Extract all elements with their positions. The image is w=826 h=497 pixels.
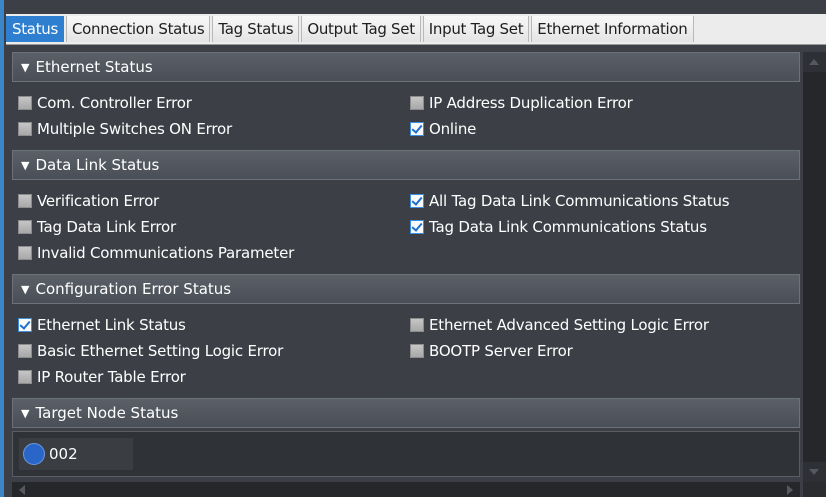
status-item-tag-data-link-comm-status: Tag Data Link Communications Status — [410, 216, 707, 238]
checkbox-checked-icon — [410, 122, 424, 136]
scroll-up-icon[interactable] — [803, 52, 826, 72]
status-label: Basic Ethernet Setting Logic Error — [37, 342, 284, 360]
status-item-verification-error: Verification Error — [18, 190, 159, 212]
checkbox-icon — [18, 370, 32, 384]
tab-input-tag-set[interactable]: Input Tag Set — [422, 16, 530, 42]
status-label: Multiple Switches ON Error — [37, 120, 232, 138]
section-title: Configuration Error Status — [35, 280, 232, 298]
checkbox-checked-icon — [18, 318, 32, 332]
checkbox-icon — [18, 344, 32, 358]
status-label: Tag Data Link Error — [37, 218, 176, 236]
triangle-down-icon: ▼ — [21, 158, 30, 172]
tab-status[interactable]: Status — [6, 16, 64, 42]
tab-connection-status[interactable]: Connection Status — [66, 16, 211, 42]
tab-ethernet-information[interactable]: Ethernet Information — [531, 16, 694, 42]
scrollbar-corner — [803, 482, 826, 497]
section-title: Target Node Status — [35, 404, 179, 422]
status-label: Online — [429, 120, 477, 138]
triangle-down-icon: ▼ — [21, 282, 30, 296]
status-item-multiple-switches-on-error: Multiple Switches ON Error — [18, 118, 232, 140]
triangle-down-icon: ▼ — [21, 406, 30, 420]
tab-bar: Status Connection Status Tag Status Outp… — [6, 14, 826, 45]
status-label: Tag Data Link Communications Status — [429, 218, 707, 236]
target-node-002[interactable]: 002 — [19, 438, 133, 470]
scroll-right-icon[interactable] — [780, 482, 800, 497]
status-item-com-controller-error: Com. Controller Error — [18, 92, 192, 114]
status-panel: ▼ Ethernet Status Com. Controller Error … — [12, 52, 800, 484]
status-item-tag-data-link-error: Tag Data Link Error — [18, 216, 176, 238]
status-item-online: Online — [410, 118, 476, 140]
checkbox-icon — [410, 344, 424, 358]
checkbox-icon — [18, 96, 32, 110]
status-item-basic-ethernet-setting-logic-error: Basic Ethernet Setting Logic Error — [18, 340, 283, 362]
target-node-area: 002 — [12, 431, 800, 477]
status-label: Verification Error — [37, 192, 160, 210]
status-label: Invalid Communications Parameter — [37, 244, 295, 262]
checkbox-checked-icon — [410, 220, 424, 234]
section-header-data-link-status[interactable]: ▼ Data Link Status — [12, 150, 800, 180]
section-header-configuration-error-status[interactable]: ▼ Configuration Error Status — [12, 274, 800, 304]
triangle-down-icon: ▼ — [21, 60, 30, 74]
status-label: BOOTP Server Error — [429, 342, 573, 360]
status-item-invalid-comm-parameter: Invalid Communications Parameter — [18, 242, 294, 264]
checkbox-icon — [18, 246, 32, 260]
status-label: Ethernet Link Status — [37, 316, 186, 334]
checkbox-icon — [410, 96, 424, 110]
checkbox-icon — [18, 194, 32, 208]
status-item-ethernet-link-status: Ethernet Link Status — [18, 314, 186, 336]
horizontal-scrollbar[interactable] — [12, 482, 800, 497]
checkbox-icon — [18, 220, 32, 234]
section-title: Ethernet Status — [35, 58, 153, 76]
scroll-down-icon[interactable] — [803, 462, 826, 482]
section-header-target-node-status[interactable]: ▼ Target Node Status — [12, 398, 800, 428]
checkbox-icon — [18, 122, 32, 136]
vertical-scrollbar[interactable] — [803, 52, 826, 482]
status-label: Ethernet Advanced Setting Logic Error — [429, 316, 709, 334]
scroll-left-icon[interactable] — [12, 482, 32, 497]
status-item-bootp-server-error: BOOTP Server Error — [410, 340, 573, 362]
status-label: Com. Controller Error — [37, 94, 192, 112]
circle-node-icon — [23, 443, 45, 465]
node-label: 002 — [49, 445, 78, 463]
tab-output-tag-set[interactable]: Output Tag Set — [301, 16, 421, 42]
section-header-ethernet-status[interactable]: ▼ Ethernet Status — [12, 52, 800, 82]
section-title: Data Link Status — [35, 156, 160, 174]
status-label: All Tag Data Link Communications Status — [429, 192, 730, 210]
status-label: IP Address Duplication Error — [429, 94, 633, 112]
checkbox-checked-icon — [410, 194, 424, 208]
status-label: IP Router Table Error — [37, 368, 186, 386]
status-item-ip-router-table-error: IP Router Table Error — [18, 366, 186, 388]
status-item-ip-address-duplication-error: IP Address Duplication Error — [410, 92, 633, 114]
status-item-all-tag-data-link-comm-status: All Tag Data Link Communications Status — [410, 190, 730, 212]
tab-tag-status[interactable]: Tag Status — [212, 16, 300, 42]
status-item-ethernet-advanced-setting-logic-error: Ethernet Advanced Setting Logic Error — [410, 314, 709, 336]
checkbox-icon — [410, 318, 424, 332]
